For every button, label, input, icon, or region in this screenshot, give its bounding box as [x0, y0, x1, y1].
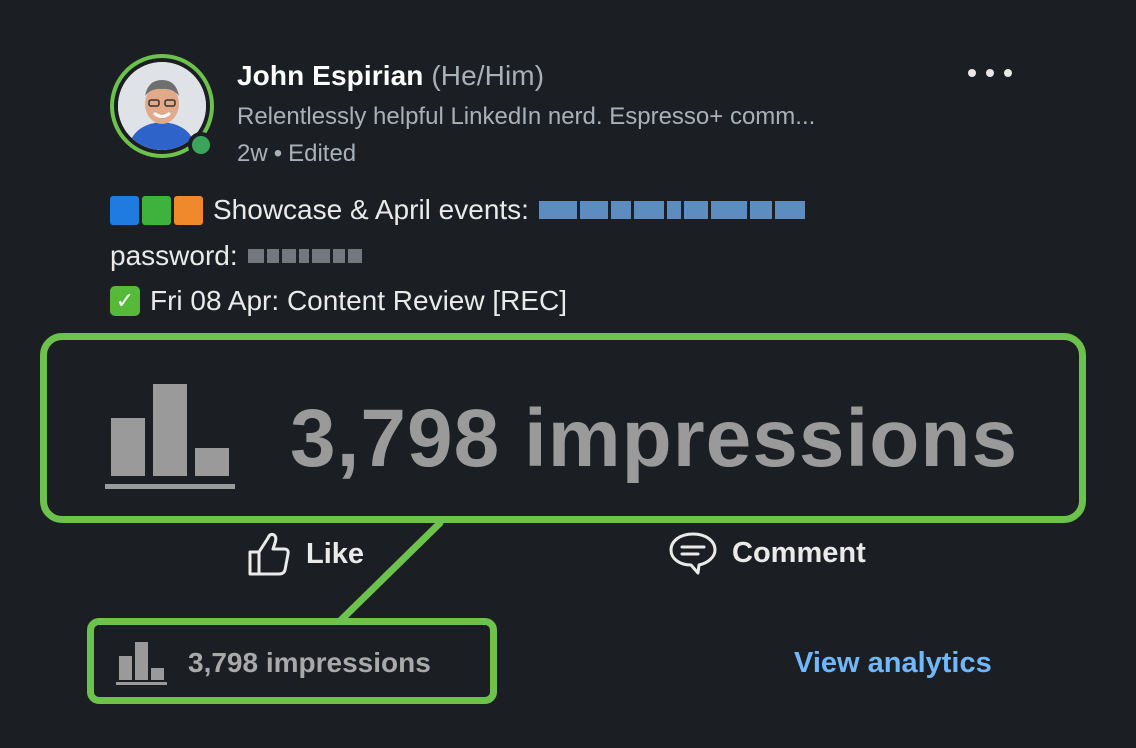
more-dot	[968, 69, 976, 77]
more-dot	[986, 69, 994, 77]
comment-label: Comment	[732, 536, 866, 569]
impressions-callout-text: 3,798 impressions	[290, 393, 1019, 484]
post-line-2-text: password:	[110, 240, 238, 271]
author-pronouns: (He/Him)	[431, 60, 545, 91]
blue-square-emoji	[110, 195, 139, 225]
post-line-1-text: Showcase & April events:	[213, 194, 529, 225]
like-button[interactable]: Like	[246, 530, 364, 578]
thumbs-up-icon	[248, 532, 290, 576]
meta-separator: •	[273, 140, 283, 167]
post-time: 2w	[237, 140, 268, 167]
view-analytics-link[interactable]: View analytics	[794, 647, 992, 680]
post-meta: 2w • Edited	[237, 140, 356, 168]
impressions-count-link[interactable]: 3,798 impressions	[188, 647, 431, 679]
post-line-3-text: Fri 08 Apr: Content Review [REC]	[150, 285, 568, 316]
bar-chart-icon	[105, 384, 235, 489]
post-line-1: Showcase & April events:	[110, 194, 805, 226]
post-line-2: password:	[110, 240, 362, 272]
post-edited: Edited	[288, 140, 357, 167]
more-icon[interactable]	[962, 62, 1018, 84]
post-line-3: ✓ Fri 08 Apr: Content Review [REC]	[110, 285, 567, 317]
redacted-password	[247, 249, 362, 263]
like-label: Like	[306, 537, 365, 570]
comment-icon	[669, 532, 717, 575]
author-name[interactable]: John Espirian (He/Him)	[237, 60, 544, 92]
check-emoji-icon: ✓	[110, 286, 140, 316]
author-headline: Relentlessly helpful LinkedIn nerd. Espr…	[237, 103, 816, 130]
more-dot	[1004, 69, 1012, 77]
redacted-link[interactable]	[538, 201, 805, 219]
author-name-text[interactable]: John Espirian	[237, 60, 423, 91]
online-status-dot	[188, 132, 214, 158]
bar-chart-icon[interactable]	[116, 640, 168, 686]
orange-square-emoji	[174, 195, 203, 225]
comment-button[interactable]: Comment	[668, 530, 866, 576]
green-square-emoji	[142, 195, 171, 225]
